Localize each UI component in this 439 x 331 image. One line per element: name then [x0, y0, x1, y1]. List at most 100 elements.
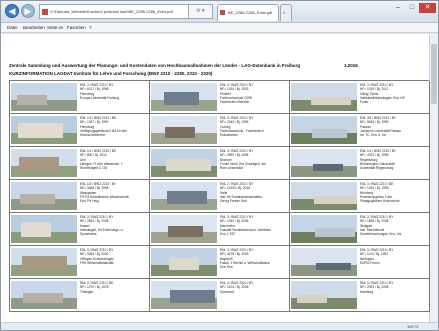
building-photo — [291, 182, 357, 210]
building-photo — [151, 215, 217, 243]
menu-help[interactable]: ? — [89, 23, 92, 33]
building-info: ENL 3 / BWZ 2210 / BY NF= 3990 / Bj. 1996… — [220, 149, 288, 170]
building-photo — [11, 83, 77, 111]
building-entry: ENL 3 / BWZ 2210 / BY NF= 6017 / Bj. 1998… — [10, 81, 150, 114]
menu-favorites[interactable]: Favoriten — [67, 23, 86, 33]
building-entry: ENL 2 / BWZ 2210 / BY NF= 11403 / Bj. 201… — [150, 180, 290, 213]
building-info: ENL 3 / BWZ 2210 / BY NF= 1019 / Bj. 2011… — [360, 83, 428, 104]
building-entry: ENL 3 / BWZ 2210 / BY NF= 2104 / Bj. 2006… — [150, 279, 290, 312]
building-info: ENL 3 / BWZ 2210 / BY NF= 5263 / Bj. 2000… — [80, 248, 148, 265]
building-photo — [11, 116, 77, 144]
building-info: ENL 3 / BWZ 2210 / BY NF= 1112 / Bj. 1992… — [360, 248, 428, 265]
menu-edit[interactable]: Bearbeiten — [23, 23, 45, 33]
building-entry: ENL 3 / BWZ 2210 / BY NF= 1052 / Bj. 2006… — [150, 213, 290, 246]
building-info: ENL 3 / BWZ 2210 / BY NF= 1836 / Bj. 2008… — [360, 215, 428, 236]
menu-view[interactable]: Seite ex — [47, 23, 63, 33]
building-photo — [291, 116, 357, 144]
tab-label: BE_2286-2286_Entw.pdf — [228, 10, 273, 15]
building-entry: ENL 3 / BWZ 2210 / BY NF= 1836 / Bj. 2008… — [290, 213, 430, 246]
building-info: ENL 2 / BWZ 2210 / BY NF= 11403 / Bj. 201… — [220, 182, 288, 203]
close-icon[interactable]: ✕ — [419, 3, 436, 13]
building-photo — [291, 281, 357, 309]
vertical-scrollbar[interactable] — [429, 34, 438, 322]
building-grid: ENL 3 / BWZ 2210 / BY NF= 6017 / Bj. 1998… — [9, 80, 430, 312]
building-info-line: Dortmund — [220, 289, 234, 294]
building-info-line: Furtw. — [360, 100, 369, 105]
building-entry: ENL 3 / BWZ 2210 / BY NF= 3990 / Bj. 1996… — [150, 147, 290, 180]
browser-window: ◀ ▶ V:\Fakturia_Website\Kurzinfo\ postdo… — [0, 0, 439, 331]
building-info: ENL 3 / BWZ 2210 / BY NF= 1052 / Bj. 2006… — [220, 215, 288, 236]
building-info: ENL 3 / BWZ 2210 / BY NF= 2104 / Bj. 2006… — [220, 281, 288, 294]
building-entry: ENL 1/2 / BWZ 2210 / BE NF= 1267 / Bj. 19… — [10, 114, 150, 147]
building-info-line: Pädagogischen Hochschule — [360, 199, 400, 204]
tab-close-icon[interactable]: × — [280, 4, 292, 21]
building-info: ENL 1/2 / BWZ 2210 / BY NF= 3466 / Bj. 19… — [80, 182, 148, 203]
maximize-icon[interactable]: □ — [405, 3, 419, 13]
building-photo — [11, 149, 77, 177]
minimize-icon[interactable]: – — [391, 3, 405, 13]
building-entry: ENL 1/2 / BWZ 2210 / BY NF= 4070 / Bj. 19… — [290, 147, 430, 180]
building-info-line: Europa-Universität Freiburg — [80, 95, 120, 100]
building-entry: ENL 3 / BWZ 2210 / BY NF= 2563 / Bj. 2005… — [10, 213, 150, 246]
building-photo — [11, 182, 77, 210]
building-photo — [11, 281, 77, 309]
building-entry: ENL 3 / BWZ 2210 / BY NF= 4478 / Bj. 2009… — [150, 246, 290, 279]
building-info: ENL 1/2 / BWZ 2210 / BE NF= 1267 / Bj. 19… — [80, 116, 148, 137]
building-info-line: Fachbereich Bereich — [220, 100, 250, 105]
building-info: ENL 3 / BWZ 2210 / BY NF= 6017 / Bj. 1998… — [80, 83, 148, 100]
scrollbar-thumb[interactable] — [431, 44, 437, 104]
building-entry: ENL 3 / BWZ 2210 / BY NF= 1112 / Bj. 1992… — [290, 246, 430, 279]
building-photo — [291, 149, 357, 177]
page-subtitle: KURZINFORMATION LAGDAT Institute für Leh… — [9, 71, 213, 76]
building-info: ENL 1/2 / BWZ 2210 / BE NF= 800 / Bj. 201… — [80, 149, 148, 170]
building-info-line: EURO-Forum — [360, 260, 380, 265]
status-bar: 100 % — [1, 322, 438, 330]
building-info-line: Tübingen — [80, 289, 94, 294]
refresh-icon[interactable]: ⟳ ▾ — [189, 4, 213, 19]
zoom-level[interactable]: 100 % — [407, 323, 418, 331]
building-info-line: Hochfeldgeb 4. OG — [80, 166, 108, 171]
building-info-line: Sprachwiss. — [80, 232, 98, 237]
building-info: ENL 3 / BWZ 2210 / BY NF= 4478 / Bj. 2009… — [220, 248, 288, 269]
building-entry: ENL 3 / BWZ 2210 / BE NF= 1252 / Bj. 1995… — [290, 180, 430, 213]
building-photo — [151, 149, 217, 177]
building-photo — [291, 248, 357, 276]
building-photo — [151, 182, 217, 210]
building-info-line: Sozialwesen — [220, 133, 238, 138]
page-date: 1.2016 — [344, 63, 358, 68]
building-photo — [151, 116, 217, 144]
building-info-line: Ruhr Universität — [220, 166, 243, 171]
building-entry: ENL 3 / BWZ 2210 / BY NF= 1019 / Bj. 2011… — [290, 81, 430, 114]
building-entry: ENL 3 / BWZ 2210 / BY NF= 2093 / Bj. 2006… — [290, 279, 430, 312]
pdf-tab-icon — [220, 10, 225, 15]
tab-document[interactable]: BE_2286-2286_Entw.pdf — [217, 4, 279, 21]
building-photo — [11, 248, 77, 276]
building-entry: ENL 1/2 / BWZ 2210 / BE NF= 800 / Bj. 201… — [10, 147, 150, 180]
building-entry: ENL 3 / BWZ 2210 / BY NF= 5263 / Bj. 2000… — [10, 246, 150, 279]
building-info: ENL 3 / BWZ 2210 / BY NF= 1434 / Bj. 2003… — [220, 83, 288, 104]
building-entry: ENL 3/4 / BWZ 2210 / BY NF= 5494 / Bj. 19… — [290, 114, 430, 147]
building-info: ENL 3/4 / BWZ 2210 / BY NF= 5494 / Bj. 19… — [360, 116, 428, 137]
building-info: ENL 3 / BWZ 2210 / BY NF= 2563 / Bj. 2005… — [80, 215, 148, 236]
building-photo — [151, 83, 217, 111]
building-entry: ENL 3 / BWZ 2210 / BY NF= 2043 / Bj. 1995… — [150, 114, 290, 147]
building-info: ENL 3 / BWZ 2210 / BY NF= 2093 / Bj. 2006… — [360, 281, 428, 294]
building-entry: ENL 3 / BWZ 2210 / BE NF= 1070 / Bj. 1978… — [10, 279, 150, 312]
forward-arrow-icon[interactable]: ▶ — [21, 4, 35, 18]
building-info: ENL 3 / BWZ 2210 / BY NF= 2043 / Bj. 1995… — [220, 116, 288, 137]
building-photo — [11, 215, 77, 243]
building-info: ENL 3 / BWZ 2210 / BE NF= 1070 / Bj. 1978… — [80, 281, 148, 294]
building-info-line: Inf. TC. Erw. d. Inf. — [360, 133, 387, 138]
building-entry: ENL 1/2 / BWZ 2210 / BY NF= 3466 / Bj. 19… — [10, 180, 150, 213]
address-text: V:\Fakturia_Website\Kurzinfo\ postdoel l… — [50, 9, 173, 14]
building-info-line: Erw. FH Hwg. — [80, 199, 100, 204]
menu-bar: Datei Bearbeiten Seite ex Favoriten ? — [1, 23, 438, 33]
building-photo — [151, 248, 217, 276]
building-photo — [151, 281, 217, 309]
menu-file[interactable]: Datei — [7, 23, 18, 33]
building-photo — [291, 83, 357, 111]
building-info-line: Sonderforschungsb. Erw. Uni — [360, 232, 402, 237]
address-bar[interactable]: V:\Fakturia_Website\Kurzinfo\ postdoel l… — [39, 4, 189, 19]
building-info-line: FHS Wirtschaftsfakultät — [80, 260, 114, 265]
back-arrow-icon[interactable]: ◀ — [5, 4, 19, 18]
